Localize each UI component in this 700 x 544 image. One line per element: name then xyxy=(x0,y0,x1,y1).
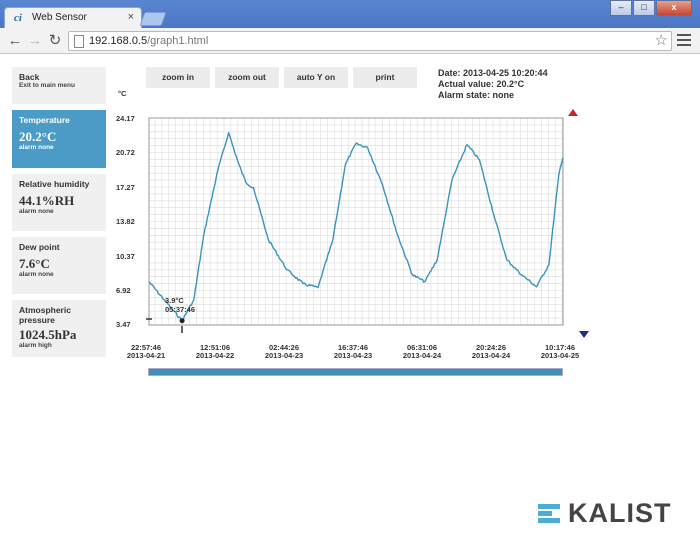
x-tick-label: 06:31:06 2013-04-24 xyxy=(402,343,442,360)
logo-mark-icon xyxy=(538,500,566,526)
temperature-chart[interactable] xyxy=(0,0,700,544)
x-tick-label: 02:44:26 2013-04-23 xyxy=(264,343,304,360)
x-tick-label: 22:57:46 2013-04-21 xyxy=(126,343,166,360)
x-tick-label: 20:24:26 2013-04-24 xyxy=(471,343,511,360)
temperature-series-line xyxy=(148,131,564,322)
x-tick-label: 10:17:46 2013-04-25 xyxy=(540,343,580,360)
alarm-low-arrow-icon xyxy=(579,331,589,338)
min-value-point[interactable] xyxy=(179,318,185,324)
alarm-high-arrow-icon xyxy=(568,109,578,116)
x-tick-label: 12:51:06 2013-04-22 xyxy=(195,343,235,360)
min-value-label: 3.9°C 05:37:46 xyxy=(165,296,196,314)
x-tick-label: 16:37:46 2013-04-23 xyxy=(333,343,373,360)
company-logo: KALIST xyxy=(538,498,672,528)
time-scrollbar[interactable] xyxy=(148,368,563,376)
logo-text: KALIST xyxy=(568,497,672,528)
